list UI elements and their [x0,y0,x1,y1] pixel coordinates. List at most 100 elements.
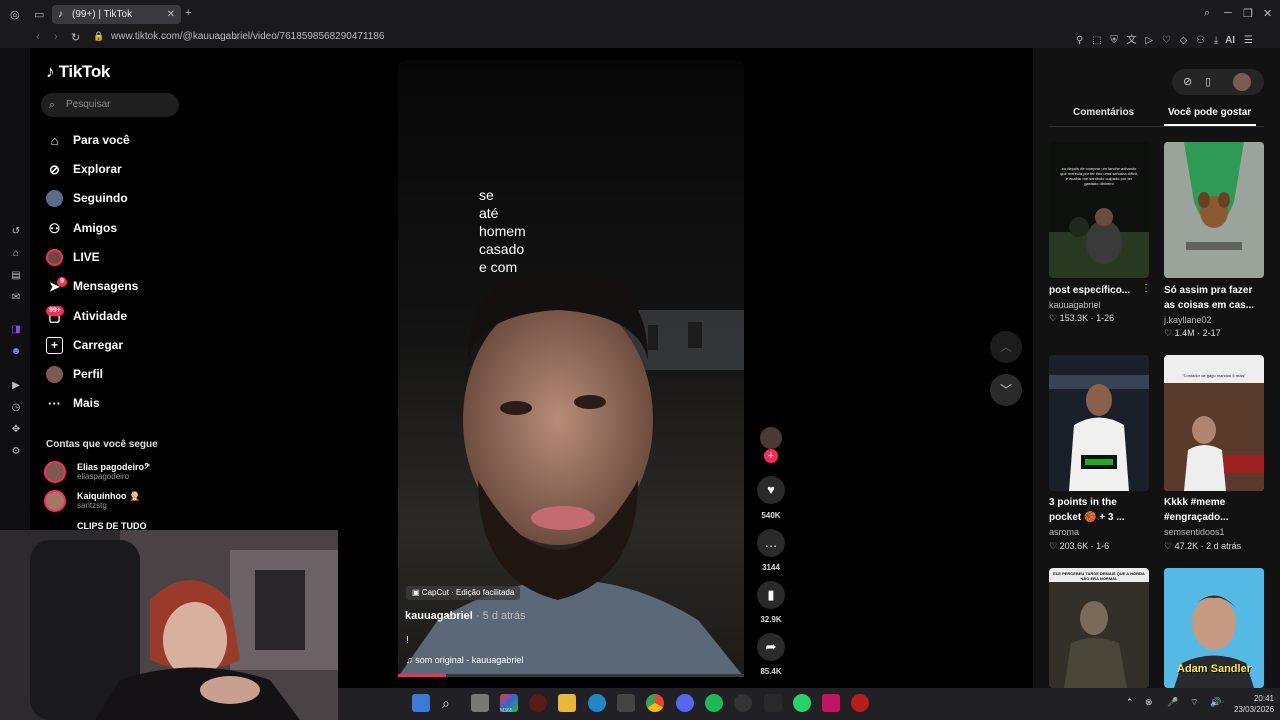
video-player[interactable] [398,60,744,677]
player-icon[interactable]: ▶ [10,380,22,392]
tiktok-logo[interactable]: ♪ TikTok [46,62,110,82]
shield-icon[interactable]: ⛨ [1110,35,1118,46]
screenshot-icon[interactable]: ⬚ [1092,35,1101,46]
recommended-video-thumb[interactable] [1164,142,1264,278]
close-tab-icon[interactable]: ✕ [167,5,175,24]
menu-icon[interactable]: ☰ [1244,35,1253,46]
workspaces-icon[interactable]: ▭ [34,8,44,21]
opera-icon[interactable] [851,694,869,712]
reload-icon[interactable]: ↻ [71,31,80,44]
puzzle-icon[interactable]: ✥ [10,424,22,436]
restore-icon[interactable]: ❐ [1243,7,1253,20]
network-icon[interactable]: ⊗ [1145,697,1153,708]
compass-icon[interactable]: ⊘ [1183,75,1192,88]
settings-icon[interactable]: ⚙ [10,446,22,458]
store-icon[interactable] [617,694,635,712]
bookmark-icon[interactable]: ♡ [1162,35,1171,46]
recommended-handle[interactable]: j.kayllane02 [1164,315,1212,325]
search-icon[interactable]: ⌕ [442,695,450,712]
nav-for-you[interactable]: ⌂ Para você [46,130,130,150]
chrome-icon[interactable] [646,694,664,712]
whatsapp-icon[interactable] [793,694,811,712]
close-window-icon[interactable]: ✕ [1263,7,1272,20]
nav-friends[interactable]: ⚇ Amigos [46,218,117,238]
pin-icon[interactable]: ⚲ [1076,35,1083,46]
recommended-video-thumb[interactable]: eu depois de comprar um lanche achando q… [1049,142,1149,278]
recommended-handle[interactable]: semsentidoos1 [1164,527,1225,537]
edge-icon[interactable] [588,694,606,712]
avatar[interactable] [1233,73,1251,91]
more-options-icon[interactable]: ⋮ [1141,283,1151,294]
account-icon[interactable]: ⚇ [1196,35,1205,46]
recommended-title[interactable]: Só assim pra fazer as coisas em cas... [1164,283,1264,313]
nav-more[interactable]: ··· Mais [46,393,100,413]
previous-video-button[interactable]: ︿ [990,331,1022,363]
search-icon[interactable]: ⌕ [1204,7,1210,20]
ai-button[interactable]: AI [1225,35,1235,46]
twitch-icon[interactable]: ◨ [10,324,22,336]
nav-following[interactable]: Seguindo [46,188,128,208]
app-icon[interactable] [529,694,547,712]
following-account[interactable]: Kaiquinhoo 🤶 santzstg [44,490,140,512]
back-icon[interactable]: ‹ [36,31,40,43]
app-icon[interactable] [764,694,782,712]
author-name[interactable]: kauuagabriel [405,610,473,622]
browser-tab[interactable]: ♪ (99+) | TikTok ✕ [52,5,181,24]
volume-icon[interactable]: 🔊 [1210,697,1221,708]
clock-icon[interactable]: ◷ [10,402,22,414]
nav-live[interactable]: LIVE [46,247,100,267]
discord-icon[interactable]: ☻ [10,346,22,358]
recommended-video-thumb[interactable]: "Contador de gago mandou 5 reais" [1164,355,1264,491]
extension-icon[interactable]: ◇ [1180,35,1188,46]
mail-icon[interactable]: ✉ [10,292,22,304]
download-icon[interactable]: ⤓ [1214,35,1218,46]
new-tab-button[interactable]: + [185,7,191,19]
play-icon[interactable]: ▷ [1145,35,1153,46]
browser-logo-icon[interactable]: ◎ [10,8,20,21]
system-clock[interactable]: 20:41 23/03/2026 [1234,693,1274,715]
recommended-title[interactable]: post específico... [1049,283,1149,298]
video-progress-track[interactable] [398,674,744,677]
file-explorer-icon[interactable] [558,694,576,712]
translate-icon[interactable]: 文 [1127,35,1137,46]
discord-icon[interactable] [676,694,694,712]
recommended-video-thumb[interactable] [1049,355,1149,491]
nav-profile[interactable]: Perfil [46,364,103,384]
like-button[interactable]: ♥ [757,476,785,504]
url-field[interactable]: www.tiktok.com/@kauuagabriel/video/76185… [111,31,385,42]
forward-icon[interactable]: › [54,31,58,43]
bag-icon[interactable]: ⌂ [10,248,22,260]
task-view-icon[interactable] [471,694,489,712]
save-button[interactable]: ▮ [757,581,785,609]
minimize-icon[interactable]: ─ [1224,7,1232,19]
app-icon[interactable] [822,694,840,712]
comment-button[interactable]: … [757,529,785,557]
follow-plus-button[interactable]: + [764,449,778,463]
tab-you-may-like[interactable]: Você pode gostar [1168,107,1251,118]
next-video-button[interactable]: ﹀ [990,374,1022,406]
obs-icon[interactable] [734,694,752,712]
wifi-icon[interactable]: ⌔ [1190,697,1198,708]
tab-comments[interactable]: Comentários [1073,107,1134,118]
microphone-icon[interactable]: 🎤 [1167,697,1178,708]
nav-upload[interactable]: + Carregar [46,335,123,355]
recommended-title[interactable]: 3 points in the pocket 🏀 + 3 ... [1049,495,1149,525]
video-sound[interactable]: ♫ som original - kauuagabriel [406,655,523,665]
lock-icon[interactable]: 🔒 [93,31,104,42]
tray-chevron-icon[interactable]: ⌃ [1126,697,1134,708]
capcut-badge[interactable]: ▣ CapCut · Edição facilitada [406,586,521,600]
spotify-icon[interactable] [705,694,723,712]
windows-start-icon[interactable] [412,694,430,712]
creator-avatar[interactable] [760,427,782,449]
following-account[interactable]: Elias pagodeiro𝄢 eliaspagodeiro [44,461,150,483]
recommended-handle[interactable]: kauuagabriel [1049,300,1101,310]
video-author[interactable]: kauuagabriel · 5 d atrás [405,610,525,622]
history-icon[interactable]: ↺ [10,226,22,238]
notes-icon[interactable]: ▤ [10,270,22,282]
recommended-video-thumb[interactable]: Adam Sandler [1164,568,1264,688]
mobile-icon[interactable]: ▯ [1205,75,1211,88]
recommended-handle[interactable]: asroma [1049,527,1079,537]
recommended-video-thumb[interactable]: ELE PERCEBEU TARDE DEMAIS QUE A HORDA NÃ… [1049,568,1149,688]
nav-explore[interactable]: ⊘ Explorar [46,159,122,179]
share-button[interactable]: ➦ [757,633,785,661]
